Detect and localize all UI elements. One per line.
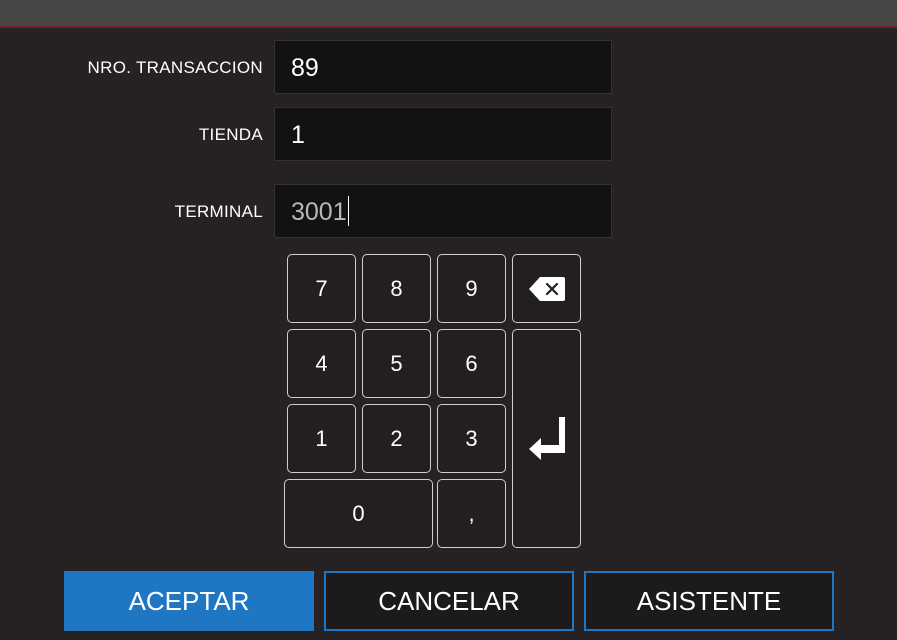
key-2[interactable]: 2 (362, 404, 431, 473)
key-9[interactable]: 9 (437, 254, 506, 323)
assistant-button[interactable]: ASISTENTE (584, 571, 834, 631)
text-caret (347, 196, 349, 227)
key-3[interactable]: 3 (437, 404, 506, 473)
store-input[interactable]: 1 (274, 107, 612, 161)
top-accent-line (0, 26, 897, 28)
key-8[interactable]: 8 (362, 254, 431, 323)
accept-button[interactable]: ACEPTAR (64, 571, 314, 631)
key-1[interactable]: 1 (287, 404, 356, 473)
store-value: 1 (291, 121, 305, 149)
store-label: TIENDA (198, 125, 263, 144)
backspace-key[interactable] (512, 254, 581, 323)
enter-icon (527, 415, 567, 463)
key-4[interactable]: 4 (287, 329, 356, 398)
enter-key[interactable] (512, 329, 581, 548)
transaction-number-input[interactable]: 89 (274, 40, 612, 94)
backspace-icon (528, 276, 566, 302)
transaction-number-value: 89 (291, 54, 319, 82)
terminal-value: 3001 (291, 198, 347, 226)
key-6[interactable]: 6 (437, 329, 506, 398)
key-comma[interactable]: , (437, 479, 506, 548)
cancel-button[interactable]: CANCELAR (324, 571, 574, 631)
key-0[interactable]: 0 (284, 479, 433, 548)
terminal-input[interactable]: 3001 (274, 184, 612, 238)
transaction-number-label: NRO. TRANSACCION (87, 58, 263, 77)
terminal-label: TERMINAL (174, 202, 263, 221)
key-5[interactable]: 5 (362, 329, 431, 398)
key-7[interactable]: 7 (287, 254, 356, 323)
top-bar (0, 0, 897, 26)
